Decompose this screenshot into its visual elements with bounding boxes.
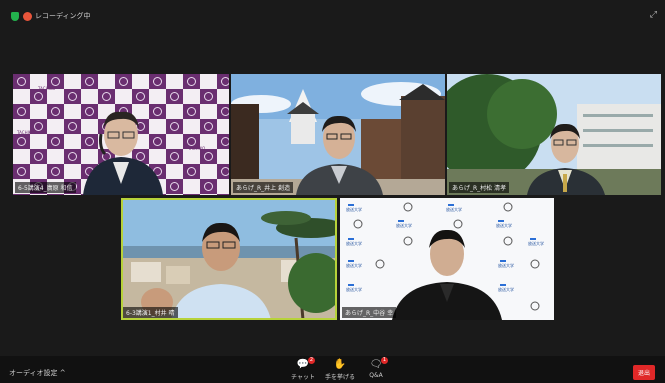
video-tile[interactable]: 放送大学 放送大学 放送大学 放送大学 放送大学 放送大学 放送大学 放送大学 …	[340, 198, 554, 320]
meeting-topbar: レコーディング中 ⤢	[0, 0, 665, 34]
qa-button[interactable]: 🗨 1 Q&A	[356, 357, 396, 379]
svg-text:放送大学: 放送大学	[498, 286, 514, 292]
participant-video	[231, 74, 445, 195]
participant-video	[121, 198, 337, 320]
raise-hand-label: 手を挙げる	[324, 374, 355, 381]
chat-badge: 2	[307, 357, 315, 364]
video-tile[interactable]: あらげ_R_井上 創造	[231, 74, 445, 195]
video-tile[interactable]: あらげ_R_村松 清孝	[447, 74, 661, 195]
svg-text:放送大学: 放送大学	[496, 222, 512, 228]
svg-text:放送大学: 放送大学	[346, 206, 362, 212]
security-shield-icon[interactable]	[11, 12, 19, 21]
fullscreen-icon[interactable]: ⤢	[650, 10, 657, 20]
svg-text:放送大学: 放送大学	[396, 222, 412, 228]
chat-icon: 💬 2	[296, 357, 315, 370]
svg-text:TACHIKO: TACHIKO	[37, 86, 55, 91]
active-speaker-tile[interactable]: 6-3講演1_村井 晴	[121, 198, 337, 320]
participant-video: 放送大学 放送大学 放送大学 放送大学 放送大学 放送大学 放送大学 放送大学 …	[340, 198, 554, 320]
participant-name: あらげ_R_村松 清孝	[449, 182, 510, 193]
svg-text:放送大学: 放送大学	[446, 206, 462, 212]
participant-name: 6-3講演1_村井 晴	[123, 307, 178, 318]
recording-label: レコーディング中	[35, 12, 91, 20]
audio-settings-button[interactable]: オーディオ設定 ^	[9, 368, 66, 378]
video-tile[interactable]: TACHIKO TACHIKO TACHIKO 6-5講演4_廣原 和信	[13, 74, 229, 195]
svg-text:放送大学: 放送大学	[346, 286, 362, 292]
svg-text:TACHIKO: TACHIKO	[16, 130, 34, 135]
participant-video: TACHIKO TACHIKO TACHIKO	[13, 74, 229, 195]
leave-button[interactable]: 退出	[632, 365, 655, 380]
qa-icon: 🗨 1	[369, 357, 388, 370]
participant-name: 6-5講演4_廣原 和信	[15, 182, 76, 193]
participant-name: あらげ_R_中谷 幸	[342, 307, 397, 318]
svg-text:放送大学: 放送大学	[346, 240, 362, 246]
participant-name: あらげ_R_井上 創造	[233, 182, 294, 193]
raise-hand-button[interactable]: ✋ 手を挙げる	[320, 359, 360, 381]
svg-text:放送大学: 放送大学	[346, 262, 362, 268]
svg-text:TACHIKO: TACHIKO	[187, 146, 205, 151]
svg-text:放送大学: 放送大学	[528, 240, 544, 246]
qa-badge: 1	[380, 357, 388, 364]
raise-hand-icon: ✋	[333, 359, 347, 370]
recording-icon	[23, 12, 32, 21]
qa-label: Q&A	[369, 372, 383, 379]
participant-video	[447, 74, 661, 195]
meeting-controls-bar: オーディオ設定 ^ 💬 2 チャット ✋ 手を挙げる 🗨 1 Q&A 退出	[0, 356, 665, 383]
svg-text:放送大学: 放送大学	[498, 262, 514, 268]
chat-button[interactable]: 💬 2 チャット	[283, 357, 323, 381]
chat-label: チャット	[291, 374, 315, 381]
